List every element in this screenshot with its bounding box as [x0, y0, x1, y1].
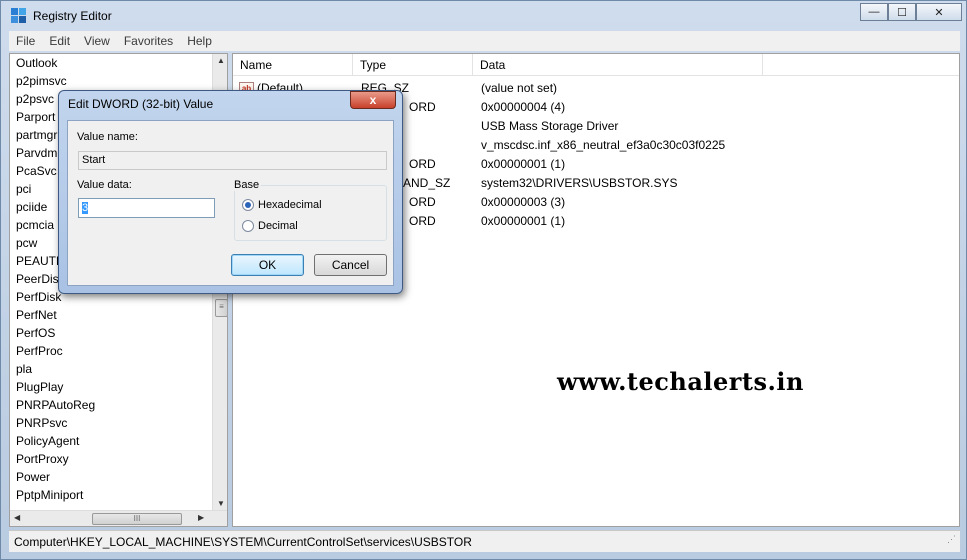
value-data-text: 3	[82, 202, 89, 214]
value-name-text: Start	[82, 154, 106, 166]
radio-hexadecimal-label: Hexadecimal	[258, 199, 322, 211]
column-header-data[interactable]: Data	[473, 54, 763, 76]
window-title: Registry Editor	[33, 9, 112, 23]
edit-dword-dialog: Edit DWORD (32-bit) Value x Value name: …	[58, 90, 403, 294]
tree-item[interactable]: Parvdm	[16, 144, 57, 162]
menu-view[interactable]: View	[77, 34, 117, 48]
dialog-title: Edit DWORD (32-bit) Value	[68, 97, 214, 111]
value-data: 0x00000001 (1)	[481, 214, 566, 228]
menu-file[interactable]: File	[9, 34, 42, 48]
minimize-icon: —	[868, 6, 880, 18]
value-data: 0x00000001 (1)	[481, 157, 566, 171]
base-groupbox	[234, 185, 387, 241]
radio-hexadecimal[interactable]: Hexadecimal	[242, 199, 322, 211]
tree-item[interactable]: PcaSvc	[16, 162, 57, 180]
maximize-icon: ☐	[897, 6, 907, 19]
resize-grip-icon[interactable]: ⋰	[947, 528, 956, 550]
value-data: USB Mass Storage Driver	[481, 119, 619, 133]
dialog-body: Value name: Start Value data: 3 Base Hex…	[67, 120, 394, 286]
tree-item[interactable]: p2pimsvc	[16, 72, 67, 90]
title-bar[interactable]: Registry Editor — ☐ ✕	[1, 1, 966, 31]
tree-item[interactable]: PerfProc	[16, 342, 63, 360]
minimize-button[interactable]: —	[860, 3, 888, 21]
cancel-button[interactable]: Cancel	[314, 254, 387, 276]
radio-decimal[interactable]: Decimal	[242, 220, 298, 232]
tree-item[interactable]: p2psvc	[16, 90, 54, 108]
radio-selected-icon[interactable]	[242, 199, 254, 211]
value-data-input[interactable]: 3	[78, 198, 215, 218]
value-type: ORD	[409, 157, 436, 171]
tree-item[interactable]: Outlook	[16, 54, 57, 72]
tree-item[interactable]: PerfNet	[16, 306, 57, 324]
close-icon: x	[369, 93, 377, 107]
column-header-type[interactable]: Type	[353, 54, 473, 76]
tree-item[interactable]: pcw	[16, 234, 37, 252]
tree-item[interactable]: PlugPlay	[16, 378, 63, 396]
registry-editor-icon	[11, 8, 27, 24]
scroll-left-icon[interactable]: ◀	[14, 513, 20, 522]
value-type: AND_SZ	[403, 176, 451, 190]
radio-decimal-label: Decimal	[258, 220, 298, 232]
value-name-field: Start	[78, 151, 387, 170]
tree-item[interactable]: pci	[16, 180, 31, 198]
scroll-down-icon[interactable]: ▼	[217, 499, 225, 508]
menu-help[interactable]: Help	[180, 34, 219, 48]
watermark-text: www.techalerts.in	[557, 367, 804, 396]
value-data: system32\DRIVERS\USBSTOR.SYS	[481, 176, 678, 190]
base-label: Base	[234, 179, 262, 191]
value-data: v_mscdsc.inf_x86_neutral_ef3a0c30c03f022…	[481, 138, 726, 152]
value-type: ORD	[409, 100, 436, 114]
value-type: ORD	[409, 214, 436, 228]
menu-edit[interactable]: Edit	[42, 34, 77, 48]
close-button[interactable]: ✕	[916, 3, 962, 21]
status-path: Computer\HKEY_LOCAL_MACHINE\SYSTEM\Curre…	[14, 535, 472, 549]
tree-item[interactable]: PptpMiniport	[16, 486, 83, 504]
list-header: Name Type Data	[233, 54, 959, 76]
tree-item[interactable]: PerfDisk	[16, 288, 61, 306]
tree-item[interactable]: pcmcia	[16, 216, 54, 234]
tree-item[interactable]: partmgr	[16, 126, 57, 144]
ok-button[interactable]: OK	[231, 254, 304, 276]
horizontal-scroll-thumb[interactable]: III	[92, 513, 182, 525]
scroll-right-icon[interactable]: ▶	[198, 513, 204, 522]
tree-item[interactable]: PortProxy	[16, 450, 69, 468]
value-data: 0x00000004 (4)	[481, 100, 566, 114]
radio-unselected-icon[interactable]	[242, 220, 254, 232]
scroll-up-icon[interactable]: ▲	[217, 56, 225, 65]
value-data-label: Value data:	[77, 179, 132, 191]
menu-favorites[interactable]: Favorites	[117, 34, 180, 48]
value-type: ORD	[409, 195, 436, 209]
tree-item[interactable]: PNRPAutoReg	[16, 396, 95, 414]
status-bar: Computer\HKEY_LOCAL_MACHINE\SYSTEM\Curre…	[9, 530, 960, 552]
value-name-label: Value name:	[77, 131, 138, 143]
close-icon: ✕	[934, 6, 944, 19]
value-data: (value not set)	[481, 81, 558, 95]
vertical-scroll-thumb[interactable]: ≡	[215, 299, 227, 317]
tree-item[interactable]: Power	[16, 468, 50, 486]
tree-item[interactable]: pciide	[16, 198, 47, 216]
menu-bar: File Edit View Favorites Help	[9, 31, 960, 51]
dialog-close-button[interactable]: x	[350, 91, 396, 109]
maximize-button[interactable]: ☐	[888, 3, 916, 21]
tree-item[interactable]: PNRPsvc	[16, 414, 67, 432]
tree-item[interactable]: PerfOS	[16, 324, 55, 342]
tree-item[interactable]: PolicyAgent	[16, 432, 79, 450]
tree-item[interactable]: Parport	[16, 108, 55, 126]
value-data: 0x00000003 (3)	[481, 195, 566, 209]
tree-item[interactable]: pla	[16, 360, 32, 378]
column-header-name[interactable]: Name	[233, 54, 353, 76]
tree-horizontal-scrollbar[interactable]: ◀ III ▶	[10, 510, 227, 526]
